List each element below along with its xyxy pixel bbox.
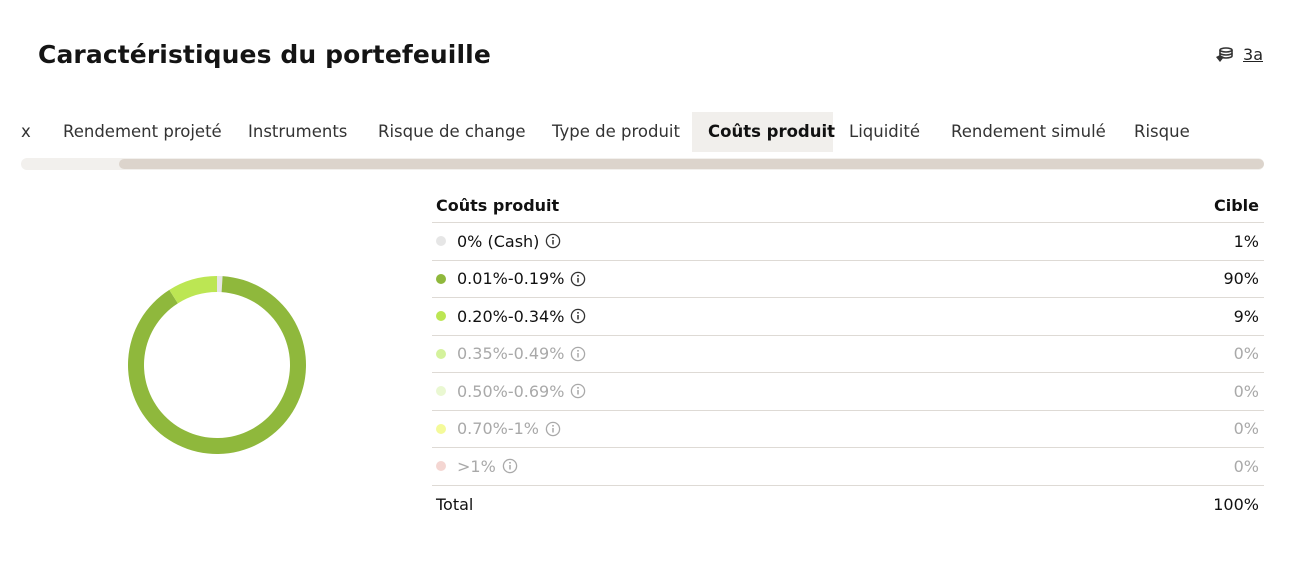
row-label-group: 0.70%-1% [436,419,561,438]
row-label-group: 0.20%-0.34% [436,307,586,326]
row-label: 0.20%-0.34% [457,306,565,326]
row-label-group: 0.35%-0.49% [436,344,586,363]
table-header: Coûts produit Cible [432,188,1264,223]
row-label: 0.01%-0.19% [457,269,565,289]
legend-dot [436,461,446,472]
row-label-group: 0% (Cash) [436,232,561,251]
table-row: 0.50%-0.69% 0% [432,373,1264,411]
info-icon[interactable] [570,308,586,324]
table-row: 0.01%-0.19% 90% [432,261,1264,298]
tab-rendement-projete[interactable]: Rendement projeté [47,112,238,152]
legend-dot [436,348,446,359]
row-label: 0.70%-1% [457,419,539,439]
donut-slice [127,276,307,454]
table-row: 0.35%-0.49% 0% [432,336,1264,373]
tab-couts-produit[interactable]: Coûts produit [692,112,835,152]
tab-instruments[interactable]: Instruments [232,112,363,152]
info-icon[interactable] [570,383,586,399]
row-label: 0.35%-0.49% [457,344,565,364]
info-icon[interactable] [570,271,586,287]
legend-dot [436,386,446,397]
row-value: 0% [1233,381,1259,401]
tab-risque-de-change[interactable]: Risque de change [362,112,542,152]
tab-liquidite[interactable]: Liquidité [833,112,936,152]
legend-dot [436,273,446,284]
row-label: 0.50%-0.69% [457,381,565,401]
header-target-label: Cible [1213,195,1259,215]
total-label: Total [436,495,474,514]
table-total-row: Total 100% [432,486,1264,524]
row-label-group: 0.50%-0.69% [436,382,586,401]
costs-table: Coûts produit Cible 0% (Cash) 1% 0.01%-0.1… [432,188,1264,524]
table-row: 0.20%-0.34% 9% [432,298,1264,336]
donut-chart-svg [127,276,307,454]
tab-bar: x Rendement projeté Instruments Risque d… [0,112,1300,152]
table-row: >1% 0% [432,448,1264,486]
row-value: 9% [1233,306,1259,326]
table-row: 0.70%-1% 0% [432,411,1264,448]
row-value: 0% [1233,419,1259,439]
tab-type-de-produit[interactable]: Type de produit [536,112,696,152]
info-icon[interactable] [502,458,518,474]
row-label: 0% (Cash) [457,231,540,251]
row-label-group: >1% [436,457,518,476]
table-row: 0% (Cash) 1% [432,223,1264,261]
page-title: Caractéristiques du portefeuille [38,40,491,69]
row-label-group: 0.01%-0.19% [436,269,586,288]
row-value: 1% [1233,231,1259,251]
info-icon[interactable] [545,421,561,437]
horizon-selector[interactable]: 3a [1215,45,1263,64]
legend-dot [436,311,446,322]
row-value: 0% [1233,456,1259,476]
tab-x[interactable]: x [5,112,47,152]
coin-stack-icon [1215,46,1235,63]
tab-scrollbar[interactable] [21,158,1264,170]
tab-scrollbar-thumb[interactable] [119,159,1264,169]
row-value: 90% [1223,269,1259,289]
tab-rendement-simule[interactable]: Rendement simulé [935,112,1122,152]
header-costs-label: Coûts produit [436,195,560,215]
row-label: >1% [457,456,496,476]
row-value: 0% [1233,344,1259,364]
info-icon[interactable] [570,346,586,362]
horizon-label[interactable]: 3a [1243,45,1263,64]
legend-dot [436,236,446,247]
donut-slice [169,276,217,304]
total-value: 100% [1213,495,1259,514]
tab-risque[interactable]: Risque [1118,112,1206,152]
legend-dot [436,423,446,434]
donut-chart [127,276,307,454]
info-icon[interactable] [545,233,561,249]
